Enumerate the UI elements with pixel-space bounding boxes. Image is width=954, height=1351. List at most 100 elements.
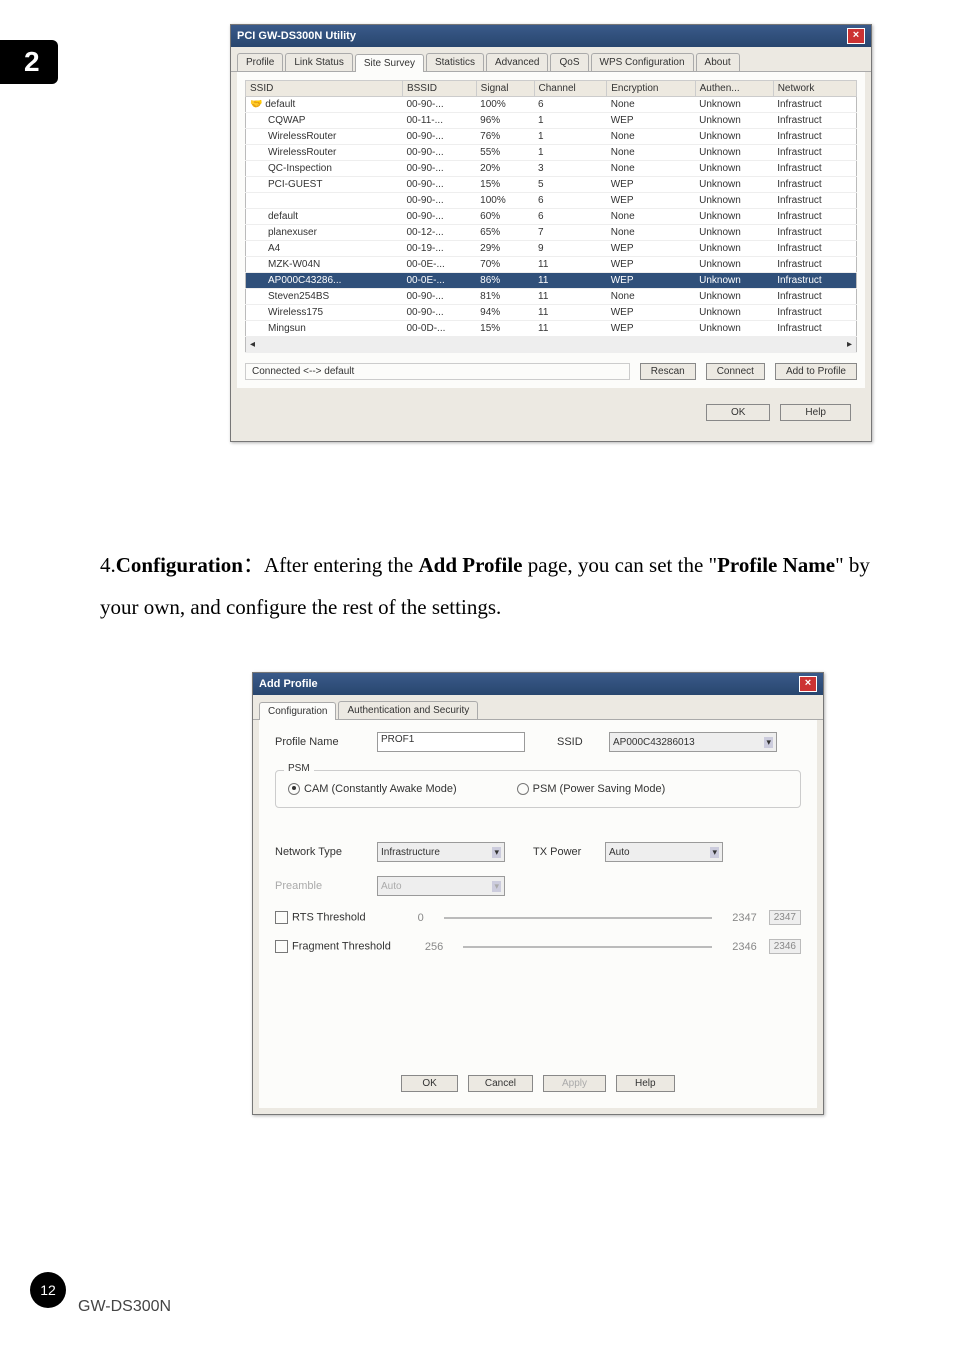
cell: Unknown — [695, 113, 773, 129]
cell: CQWAP — [246, 113, 403, 129]
column-header[interactable]: Authen... — [695, 81, 773, 97]
cell: Unknown — [695, 193, 773, 209]
rescan-button[interactable]: Rescan — [640, 363, 696, 380]
table-row[interactable]: PCI-GUEST00-90-...15%5WEPUnknownInfrastr… — [246, 177, 857, 193]
add-profile-dialog: Add Profile × ConfigurationAuthenticatio… — [252, 672, 824, 1115]
cell: 100% — [476, 97, 534, 113]
fragment-slider[interactable] — [463, 946, 712, 948]
ok-button[interactable]: OK — [706, 404, 770, 421]
tx-power-value: Auto — [609, 847, 630, 858]
cell: Unknown — [695, 289, 773, 305]
cell: 00-12-... — [402, 225, 476, 241]
tab-bar: ConfigurationAuthentication and Security — [253, 695, 823, 720]
network-type-select[interactable]: Infrastructure▾ — [377, 842, 505, 862]
table-row[interactable]: Mingsun00-0D-...15%11WEPUnknownInfrastru… — [246, 321, 857, 337]
tab-configuration[interactable]: Configuration — [259, 702, 336, 720]
chevron-down-icon: ▾ — [492, 847, 501, 858]
column-header[interactable]: SSID — [246, 81, 403, 97]
help-button[interactable]: Help — [780, 404, 851, 421]
cell: planexuser — [246, 225, 403, 241]
tab-wps-configuration[interactable]: WPS Configuration — [591, 53, 694, 71]
table-row[interactable]: AP000C43286...00-0E-...86%11WEPUnknownIn… — [246, 273, 857, 289]
cell: Infrastruct — [773, 145, 856, 161]
column-header[interactable]: Signal — [476, 81, 534, 97]
psm-legend: PSM — [284, 763, 314, 774]
column-header[interactable]: Network — [773, 81, 856, 97]
cell: 1 — [534, 145, 607, 161]
table-row[interactable]: Steven254BS00-90-...81%11NoneUnknownInfr… — [246, 289, 857, 305]
cell: Unknown — [695, 209, 773, 225]
cell: 00-90-... — [402, 209, 476, 225]
preamble-select: Auto ▾ — [377, 876, 505, 896]
table-row[interactable]: 🤝 default00-90-...100%6NoneUnknownInfras… — [246, 97, 857, 113]
column-header[interactable]: Encryption — [607, 81, 695, 97]
cell: A4 — [246, 241, 403, 257]
profile-name-label: Profile Name — [275, 736, 365, 748]
cell: Infrastruct — [773, 321, 856, 337]
cell: Unknown — [695, 129, 773, 145]
table-row[interactable]: CQWAP00-11-...96%1WEPUnknownInfrastruct — [246, 113, 857, 129]
tab-advanced[interactable]: Advanced — [486, 53, 548, 71]
column-header[interactable]: Channel — [534, 81, 607, 97]
close-icon[interactable]: × — [799, 676, 817, 692]
table-row[interactable]: WirelessRouter00-90-...76%1NoneUnknownIn… — [246, 129, 857, 145]
ssid-select[interactable]: AP000C43286013▾ — [609, 732, 777, 752]
table-row[interactable]: QC-Inspection00-90-...20%3NoneUnknownInf… — [246, 161, 857, 177]
tab-authentication-and-security[interactable]: Authentication and Security — [338, 701, 478, 719]
cell: 6 — [534, 209, 607, 225]
cell: WirelessRouter — [246, 129, 403, 145]
tab-profile[interactable]: Profile — [237, 53, 283, 71]
chevron-down-icon: ▾ — [492, 881, 501, 892]
tab-qos[interactable]: QoS — [550, 53, 588, 71]
cell: 00-90-... — [402, 305, 476, 321]
connection-status: Connected <--> default — [245, 363, 630, 380]
table-row[interactable]: MZK-W04N00-0E-...70%11WEPUnknownInfrastr… — [246, 257, 857, 273]
psm-mode-label: PSM (Power Saving Mode) — [533, 783, 666, 795]
window-title: Add Profile — [259, 678, 318, 690]
rts-checkbox[interactable]: RTS Threshold — [275, 911, 366, 924]
close-icon[interactable]: × — [847, 28, 865, 44]
checkbox-icon — [275, 911, 288, 924]
table-row[interactable]: Wireless17500-90-...94%11WEPUnknownInfra… — [246, 305, 857, 321]
cell: 20% — [476, 161, 534, 177]
sep: ： — [243, 553, 264, 577]
fragment-checkbox[interactable]: Fragment Threshold — [275, 940, 391, 953]
cell: 00-90-... — [402, 289, 476, 305]
ok-button[interactable]: OK — [401, 1075, 457, 1092]
table-row[interactable]: WirelessRouter00-90-...55%1NoneUnknownIn… — [246, 145, 857, 161]
cell: 96% — [476, 113, 534, 129]
tx-power-select[interactable]: Auto ▾ — [605, 842, 723, 862]
cam-radio[interactable]: CAM (Constantly Awake Mode) — [288, 783, 457, 795]
tab-statistics[interactable]: Statistics — [426, 53, 484, 71]
add-to-profile-button[interactable]: Add to Profile — [775, 363, 857, 380]
frag-readout: 2346 — [769, 939, 801, 954]
cell: 🤝 default — [246, 97, 403, 113]
preamble-value: Auto — [381, 881, 402, 892]
table-row[interactable]: default00-90-...60%6NoneUnknownInfrastru… — [246, 209, 857, 225]
chevron-down-icon: ▾ — [710, 847, 719, 858]
cell: WEP — [607, 273, 695, 289]
cancel-button[interactable]: Cancel — [468, 1075, 533, 1092]
psm-radio[interactable]: PSM (Power Saving Mode) — [517, 783, 666, 795]
tab-link-status[interactable]: Link Status — [285, 53, 352, 71]
table-row[interactable]: planexuser00-12-...65%7NoneUnknownInfras… — [246, 225, 857, 241]
tab-about[interactable]: About — [696, 53, 740, 71]
term-profile-name: Profile Name — [717, 553, 835, 577]
table-row[interactable]: 00-90-...100%6WEPUnknownInfrastruct — [246, 193, 857, 209]
cell: WEP — [607, 113, 695, 129]
help-button[interactable]: Help — [616, 1075, 675, 1092]
horizontal-scrollbar[interactable]: ◂▸ — [246, 337, 857, 353]
column-header[interactable]: BSSID — [402, 81, 476, 97]
rts-max: 2347 — [732, 912, 756, 924]
cam-label: CAM (Constantly Awake Mode) — [304, 783, 457, 795]
body-paragraph: 4.Configuration：After entering the Add P… — [100, 544, 870, 628]
cell: 11 — [534, 305, 607, 321]
cell: Infrastruct — [773, 97, 856, 113]
cell: WEP — [607, 193, 695, 209]
tab-site-survey[interactable]: Site Survey — [355, 54, 424, 72]
cell: 55% — [476, 145, 534, 161]
connect-button[interactable]: Connect — [706, 363, 765, 380]
profile-name-input[interactable]: PROF1 — [377, 732, 525, 752]
rts-slider[interactable] — [444, 917, 713, 919]
table-row[interactable]: A400-19-...29%9WEPUnknownInfrastruct — [246, 241, 857, 257]
